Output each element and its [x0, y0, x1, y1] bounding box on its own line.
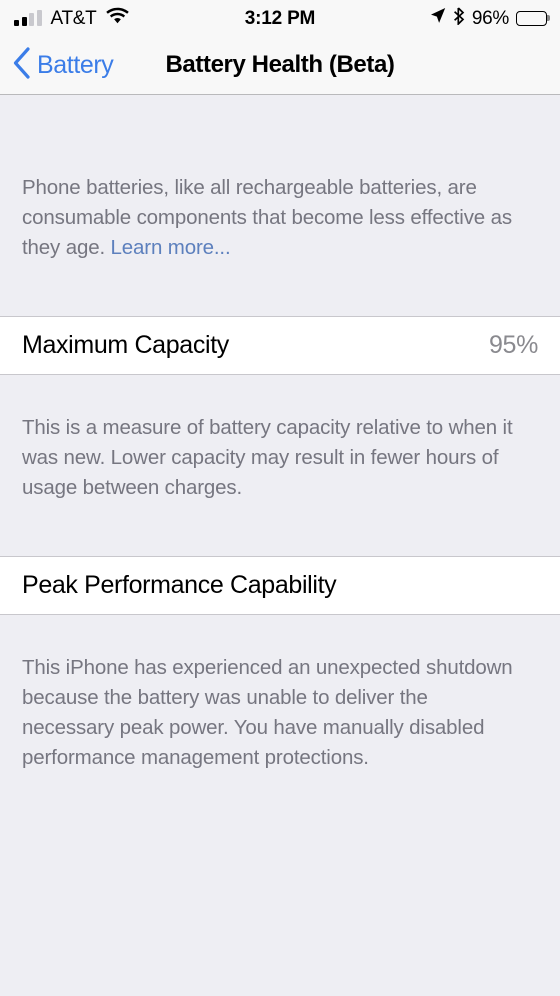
maximum-capacity-value: 95% — [489, 331, 538, 359]
intro-note: Phone batteries, like all rechargeable b… — [0, 116, 550, 263]
location-arrow-icon — [430, 7, 446, 29]
navigation-bar: Battery Battery Health (Beta) — [0, 36, 560, 95]
status-bar-left: AT&T — [14, 0, 130, 36]
capacity-section-spacer — [0, 283, 560, 316]
battery-percent-label: 96% — [471, 7, 509, 29]
carrier-label: AT&T — [50, 7, 97, 29]
clock-label: 3:12 PM — [244, 7, 316, 29]
status-bar-right: 96% — [430, 0, 550, 36]
peak-performance-note: This iPhone has experienced an unexpecte… — [22, 655, 513, 769]
settings-content: Phone batteries, like all rechargeable b… — [0, 95, 560, 996]
battery-icon — [516, 10, 550, 26]
maximum-capacity-note: This is a measure of battery capacity re… — [22, 415, 513, 499]
peak-performance-label: Peak Performance Capability — [22, 571, 337, 599]
maximum-capacity-label: Maximum Capacity — [22, 331, 229, 359]
back-button[interactable]: Battery — [12, 46, 114, 84]
back-button-label: Battery — [37, 50, 114, 79]
cellular-signal-icon — [14, 10, 42, 26]
status-bar: AT&T 3:12 PM 96% — [0, 0, 560, 36]
bluetooth-icon — [453, 6, 465, 30]
chevron-left-icon — [12, 46, 32, 84]
wifi-icon — [106, 7, 130, 29]
iphone-screen: AT&T 3:12 PM 96% Battery Battery Health … — [0, 0, 560, 996]
intro-note-text: Phone batteries, like all rechargeable b… — [22, 175, 512, 259]
learn-more-link[interactable]: Learn more... — [111, 236, 231, 259]
peak-section-spacer — [0, 523, 560, 556]
maximum-capacity-row[interactable]: Maximum Capacity 95% — [0, 316, 560, 375]
page-title: Battery Health (Beta) — [165, 51, 395, 78]
peak-performance-row[interactable]: Peak Performance Capability — [0, 556, 560, 615]
